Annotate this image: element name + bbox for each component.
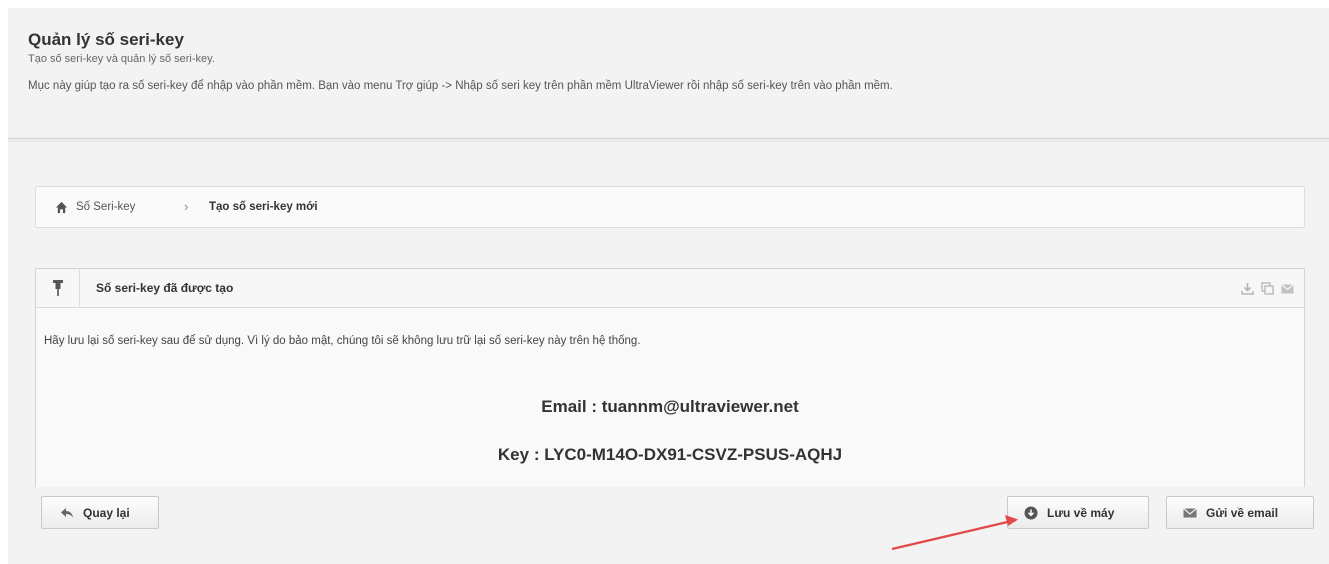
mail-icon[interactable] <box>1281 282 1294 295</box>
reply-arrow-icon <box>61 507 73 518</box>
breadcrumb-current: Tạo số seri-key mới <box>209 201 318 213</box>
page-title: Quản lý số seri-key <box>28 30 184 49</box>
serial-key-widget: Số seri-key đã được tạo Hãy lưu lại số s… <box>35 268 1305 487</box>
annotation-arrow-icon <box>891 515 1018 551</box>
page-description: Mục này giúp tạo ra số seri-key để nhập … <box>28 80 893 92</box>
back-button[interactable]: Quay lại <box>41 496 159 529</box>
serial-key-display: Key : LYC0-M14O-DX91-CSVZ-PSUS-AQHJ <box>497 445 843 464</box>
email-button-label: Gửi về email <box>1206 505 1279 520</box>
page-container: Quản lý số seri-key Tạo số seri-key và q… <box>8 8 1329 564</box>
widget-header: Số seri-key đã được tạo <box>36 269 1304 308</box>
breadcrumb-item-seri-key[interactable]: Số Seri-key <box>76 201 135 213</box>
save-to-computer-button[interactable]: Lưu về máy <box>1007 496 1149 529</box>
envelope-icon <box>1183 507 1197 517</box>
widget-body: Hãy lưu lại số seri-key sau để sử dụng. … <box>36 309 1304 487</box>
breadcrumb: Số Seri-key › Tạo số seri-key mới <box>35 186 1305 228</box>
widget-toolbar <box>1241 282 1294 296</box>
save-button-label: Lưu về máy <box>1047 505 1115 520</box>
widget-icon-box <box>36 269 80 307</box>
pin-icon <box>53 280 63 296</box>
page-header: Quản lý số seri-key Tạo số seri-key và q… <box>8 8 1329 142</box>
header-divider <box>8 138 1329 142</box>
security-notice: Hãy lưu lại số seri-key sau để sử dụng. … <box>44 335 641 347</box>
download-icon[interactable] <box>1241 282 1254 295</box>
send-email-button[interactable]: Gửi về email <box>1166 496 1314 529</box>
email-display: Email : tuannm@ultraviewer.net <box>541 397 799 416</box>
breadcrumb-separator: › <box>184 199 189 214</box>
home-icon[interactable] <box>55 201 68 214</box>
widget-title: Số seri-key đã được tạo <box>96 281 234 295</box>
page-subtitle: Tạo số seri-key và quản lý số seri-key. <box>28 53 215 65</box>
back-button-label: Quay lại <box>83 505 130 520</box>
copy-icon[interactable] <box>1261 282 1274 295</box>
